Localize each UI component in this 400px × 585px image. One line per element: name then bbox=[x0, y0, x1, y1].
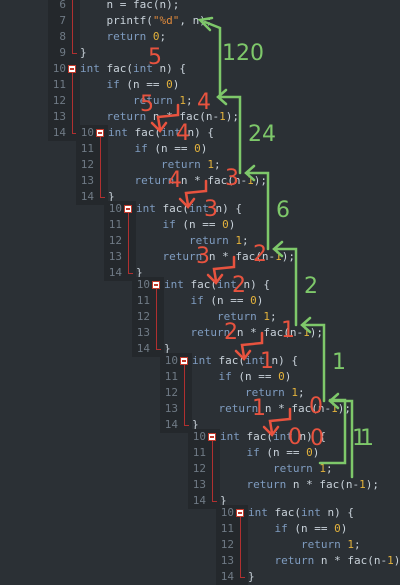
line-number: 10 bbox=[220, 506, 234, 519]
code-line: 13 return n * fac(n-1); bbox=[216, 553, 400, 569]
return-arrow-icon bbox=[272, 240, 298, 327]
param-value-label: 0 bbox=[288, 425, 302, 450]
code-token: return bbox=[248, 554, 321, 567]
return-value-label: 1 bbox=[332, 350, 346, 375]
arg-value-label: 1 bbox=[281, 318, 295, 343]
return-value-label: 24 bbox=[248, 122, 276, 147]
fold-toggle-icon[interactable] bbox=[236, 509, 244, 517]
call-arrow-icon bbox=[262, 407, 292, 437]
param-value-label: 3 bbox=[204, 197, 218, 222]
param-value-label: 4 bbox=[176, 121, 190, 146]
code-token: n) { bbox=[327, 506, 355, 519]
code-line: 14} bbox=[216, 569, 255, 585]
return-value-label: 6 bbox=[276, 198, 290, 223]
fold-line bbox=[240, 517, 241, 577]
arg-value-label: 2 bbox=[253, 242, 267, 267]
line-number: 14 bbox=[220, 570, 234, 583]
line-number: 13 bbox=[220, 554, 234, 567]
code-token: if bbox=[248, 522, 295, 535]
code-token: ) bbox=[340, 522, 348, 535]
line-number: 12 bbox=[220, 538, 234, 551]
code-token: ; bbox=[353, 538, 361, 551]
call-arrow-icon bbox=[234, 331, 264, 361]
code-token: } bbox=[248, 570, 255, 583]
code-token: n * fac(n- bbox=[320, 554, 388, 567]
code-token: (n == bbox=[294, 522, 335, 535]
n-value-label: 2 bbox=[224, 320, 238, 345]
fold-end bbox=[240, 577, 245, 578]
handwritten-annotations: 55 444 333 222 111 00 01202462111 bbox=[140, 16, 374, 479]
return-value-label: 2 bbox=[304, 274, 318, 299]
code-token: int bbox=[248, 506, 275, 519]
return-arrow-icon bbox=[328, 392, 354, 479]
arg-value-label: 4 bbox=[197, 90, 211, 115]
code-line: 12 return 1; bbox=[216, 537, 361, 553]
return-arrow-icon bbox=[216, 88, 242, 175]
code-token: 1 bbox=[387, 554, 394, 567]
arg-value-label: 3 bbox=[225, 166, 239, 191]
return-value-label: 1 bbox=[352, 426, 366, 451]
param-value-label: 5 bbox=[148, 45, 162, 70]
n-value-label: 1 bbox=[252, 396, 266, 421]
param-value-label: 1 bbox=[260, 349, 274, 374]
code-token: 1 bbox=[347, 538, 354, 551]
return-arrow-icon bbox=[300, 316, 326, 403]
return-arrow-icon bbox=[197, 16, 222, 97]
code-line: 10 int fac(int n) { bbox=[216, 505, 354, 521]
code-token: int bbox=[301, 506, 328, 519]
code-text: return n * fac(n-1); bbox=[248, 553, 400, 569]
code-text: } bbox=[248, 569, 255, 585]
n-value-label: 3 bbox=[196, 244, 210, 269]
code-text: int fac(int n) { bbox=[248, 505, 354, 521]
code-text: if (n == 0) bbox=[248, 521, 347, 537]
n-value-label: 4 bbox=[168, 168, 182, 193]
arg-value-label: 0 bbox=[309, 394, 323, 419]
call-arrow-icon bbox=[206, 255, 236, 285]
code-token: return bbox=[248, 538, 348, 551]
fac-call-block-6: 10 int fac(int n) {11 if (n == 0) 12 retur… bbox=[216, 505, 400, 585]
param-value-label: 0 bbox=[310, 426, 324, 451]
code-token: fac( bbox=[274, 506, 302, 519]
return-arrow-icon bbox=[244, 164, 270, 251]
param-value-label: 2 bbox=[232, 273, 246, 298]
code-token: ); bbox=[393, 554, 400, 567]
code-line: 11 if (n == 0) bbox=[216, 521, 348, 537]
call-arrow-icon bbox=[178, 179, 208, 209]
code-token: 0 bbox=[334, 522, 341, 535]
fold-end bbox=[212, 501, 217, 502]
call-arrow-icon bbox=[150, 103, 180, 133]
n-value-label: 5 bbox=[140, 92, 154, 117]
return-value-label: 120 bbox=[222, 41, 264, 66]
code-text: return 1; bbox=[248, 537, 361, 553]
line-number: 11 bbox=[220, 522, 234, 535]
